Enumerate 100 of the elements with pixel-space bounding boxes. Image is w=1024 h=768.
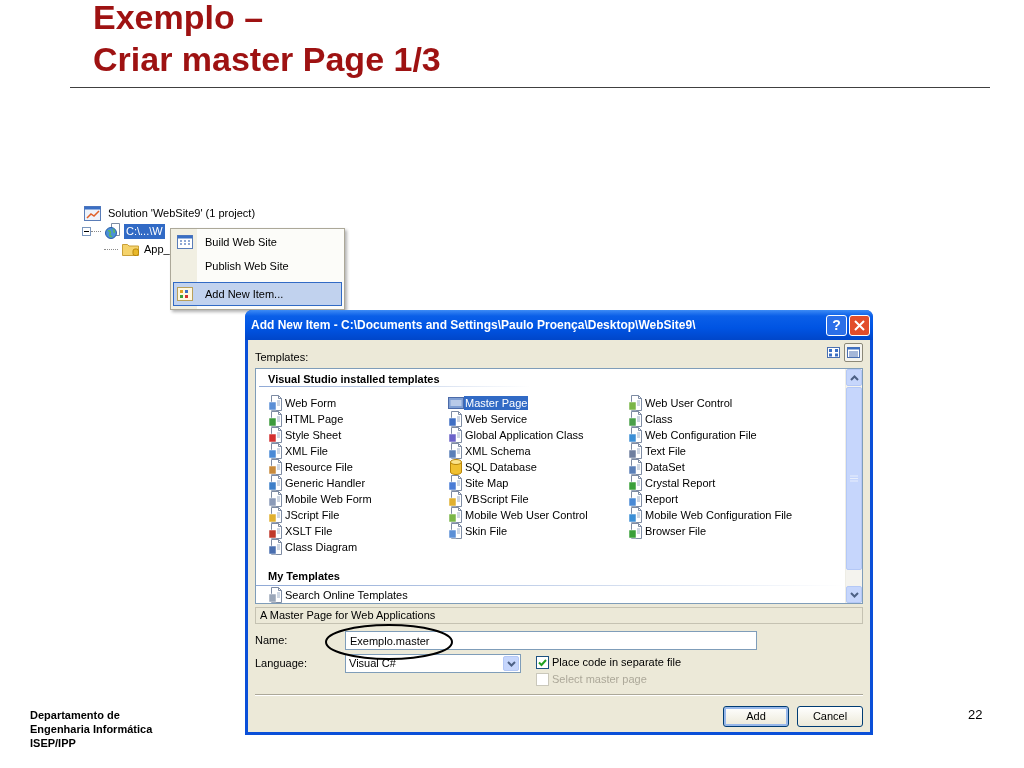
view-button[interactable] bbox=[844, 343, 863, 362]
language-select[interactable]: Visual C# bbox=[345, 654, 521, 673]
group-heading: My Templates bbox=[267, 569, 341, 584]
template-item[interactable]: XSLT File bbox=[284, 524, 334, 538]
template-item[interactable]: Search Online Templates bbox=[284, 588, 409, 602]
template-item[interactable]: Mobile Web Form bbox=[284, 492, 373, 506]
file-icon bbox=[628, 427, 644, 443]
scrollbar-thumb[interactable] bbox=[846, 387, 862, 570]
file-icon bbox=[448, 523, 464, 539]
file-icon bbox=[448, 427, 464, 443]
close-button[interactable] bbox=[849, 314, 870, 336]
file-icon bbox=[628, 411, 644, 427]
name-label: Name: bbox=[255, 633, 289, 649]
file-icon bbox=[268, 443, 284, 459]
template-item[interactable]: Global Application Class bbox=[464, 428, 585, 442]
template-item[interactable]: Crystal Report bbox=[644, 476, 717, 490]
grid-icon bbox=[177, 286, 193, 302]
template-item[interactable]: Mobile Web Configuration File bbox=[644, 508, 794, 522]
dialog-button[interactable]: Add bbox=[723, 706, 789, 727]
template-item[interactable]: Browser File bbox=[644, 524, 708, 538]
help-button[interactable]: ? bbox=[826, 314, 847, 336]
footer-text: Departamento de Engenharia Informática ISEP/IPP bbox=[30, 708, 153, 750]
chevron-down-icon bbox=[506, 660, 516, 667]
template-item[interactable]: Class bbox=[644, 412, 674, 426]
grid-view-icon bbox=[827, 347, 840, 358]
dialog-title: Add New Item - C:\Documents and Settings\Paulo Proença\Desktop\WebSite9\ bbox=[251, 317, 696, 334]
template-item[interactable]: Class Diagram bbox=[284, 540, 359, 554]
window-grid-icon bbox=[177, 234, 193, 250]
page-number: 22 bbox=[968, 706, 983, 724]
templates-label: Templates: bbox=[255, 350, 309, 364]
slide-title: Exemplo – Criar master Page 1/3 bbox=[93, 0, 441, 76]
template-item[interactable]: VBScript File bbox=[464, 492, 530, 506]
option-label: Place code in separate file bbox=[552, 655, 682, 671]
file-icon bbox=[448, 507, 464, 523]
template-item[interactable]: Mobile Web User Control bbox=[464, 508, 589, 522]
file-icon bbox=[628, 523, 644, 539]
file-icon bbox=[628, 507, 644, 523]
file-icon bbox=[628, 475, 644, 491]
file-icon bbox=[268, 459, 284, 475]
template-item[interactable]: XML Schema bbox=[464, 444, 532, 458]
file-icon bbox=[268, 427, 284, 443]
template-item[interactable]: SQL Database bbox=[464, 460, 538, 474]
grip-icon bbox=[850, 475, 858, 482]
collapse-icon[interactable] bbox=[82, 226, 91, 236]
layout-icon bbox=[448, 395, 464, 411]
template-item[interactable]: Web Form bbox=[284, 396, 338, 410]
file-icon bbox=[268, 491, 284, 507]
solution-icon bbox=[84, 205, 101, 221]
file-icon bbox=[268, 523, 284, 539]
file-icon bbox=[448, 443, 464, 459]
file-icon bbox=[448, 491, 464, 507]
chevron-down-icon bbox=[849, 591, 859, 598]
template-item[interactable]: HTML Page bbox=[284, 412, 345, 426]
language-label: Language: bbox=[255, 656, 308, 672]
checkbox[interactable] bbox=[536, 656, 549, 669]
scroll-down-button[interactable] bbox=[846, 586, 862, 603]
file-icon bbox=[628, 491, 644, 507]
template-item[interactable]: Resource File bbox=[284, 460, 354, 474]
file-icon bbox=[628, 395, 644, 411]
template-item[interactable]: XML File bbox=[284, 444, 329, 458]
file-icon bbox=[268, 539, 284, 555]
template-item[interactable]: Style Sheet bbox=[284, 428, 343, 442]
file-icon bbox=[628, 459, 644, 475]
template-item[interactable]: JScript File bbox=[284, 508, 341, 522]
template-item[interactable]: Skin File bbox=[464, 524, 509, 538]
option-label: Select master page bbox=[552, 672, 647, 688]
tree-item[interactable]: App_ bbox=[142, 241, 172, 257]
template-item[interactable]: Report bbox=[644, 492, 680, 506]
menu-item[interactable]: Add New Item... bbox=[173, 282, 342, 306]
file-icon bbox=[268, 507, 284, 523]
file-icon bbox=[448, 411, 464, 427]
menu-item[interactable]: Build Web Site bbox=[173, 230, 342, 254]
template-item[interactable]: Web User Control bbox=[644, 396, 734, 410]
dialog-button[interactable]: Cancel bbox=[797, 706, 863, 727]
template-item[interactable]: Site Map bbox=[464, 476, 510, 490]
tree-item[interactable]: C:\...\W bbox=[124, 223, 165, 239]
template-item[interactable]: Master Page bbox=[464, 396, 529, 410]
folder-icon bbox=[122, 242, 139, 256]
scrollbar[interactable] bbox=[845, 369, 862, 603]
tree-item[interactable]: Solution 'WebSite9' (1 project) bbox=[106, 205, 258, 221]
file-icon bbox=[268, 395, 284, 411]
database-icon bbox=[448, 459, 464, 475]
file-icon bbox=[268, 411, 284, 427]
file-icon bbox=[268, 475, 284, 491]
list-view-icon bbox=[847, 347, 860, 358]
group-heading: Visual Studio installed templates bbox=[267, 372, 441, 387]
template-item[interactable]: Generic Handler bbox=[284, 476, 367, 490]
file-icon bbox=[628, 443, 644, 459]
scroll-up-button[interactable] bbox=[846, 369, 862, 386]
template-item[interactable]: Web Configuration File bbox=[644, 428, 758, 442]
dropdown-button[interactable] bbox=[503, 656, 519, 671]
template-item[interactable]: Text File bbox=[644, 444, 687, 458]
close-icon bbox=[854, 319, 865, 331]
template-item[interactable]: DataSet bbox=[644, 460, 686, 474]
template-item[interactable]: Web Service bbox=[464, 412, 529, 426]
globe-icon bbox=[105, 223, 121, 239]
chevron-up-icon bbox=[849, 374, 859, 381]
menu-item[interactable]: Publish Web Site bbox=[173, 254, 342, 278]
name-input[interactable]: Exemplo.master bbox=[345, 631, 757, 650]
file-icon bbox=[448, 475, 464, 491]
